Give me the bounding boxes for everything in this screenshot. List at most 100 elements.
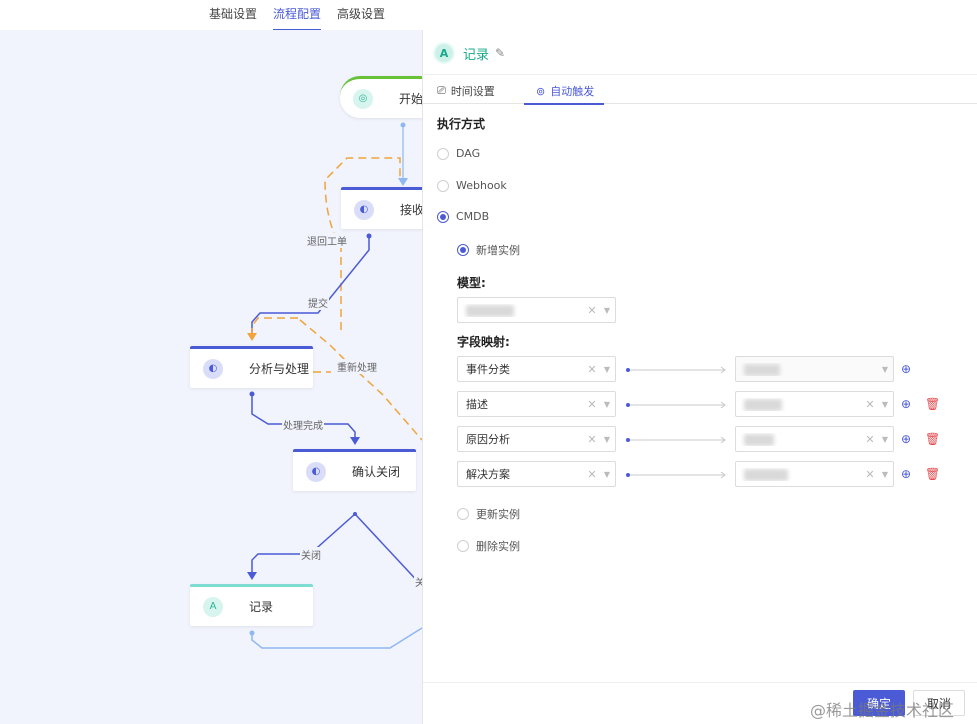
blurred-value	[744, 363, 780, 376]
source-field-select[interactable]: 解决方案 ✕ ▼	[457, 461, 616, 487]
flow-node-confirm[interactable]: ◐ 确认关闭	[293, 449, 416, 491]
tab-time-settings[interactable]: ⎚ 时间设置	[437, 83, 495, 99]
radio-label: DAG	[456, 147, 481, 160]
trigger-icon: ⊚	[536, 84, 546, 98]
task-icon: ◐	[203, 358, 223, 379]
tab-advanced-settings[interactable]: 高级设置	[337, 5, 385, 22]
tab-basic-settings[interactable]: 基础设置	[209, 5, 257, 22]
node-settings-panel: A 记录 ✎ ⎚ 时间设置 ⊚ 自动触发 执行方式 DAG Webhook CM…	[422, 30, 977, 724]
radio-label: 新增实例	[476, 244, 520, 257]
execution-mode-label: 执行方式	[437, 117, 486, 131]
blurred-value	[744, 468, 788, 481]
panel-tabs: ⎚ 时间设置 ⊚ 自动触发	[423, 74, 977, 105]
blurred-value	[466, 304, 514, 317]
trash-icon[interactable]: 🗑	[925, 432, 940, 446]
trash-icon[interactable]: 🗑	[925, 467, 940, 481]
radio-circle	[437, 179, 449, 192]
radio-label: 删除实例	[476, 540, 520, 553]
chevron-down-icon: ▼	[603, 434, 611, 444]
clear-icon[interactable]: ✕	[585, 363, 599, 376]
radio-circle	[437, 147, 449, 160]
add-circle-icon[interactable]: ⊕	[901, 397, 911, 411]
chevron-down-icon: ▼	[881, 399, 889, 409]
field-mapping-label: 字段映射:	[457, 335, 510, 349]
edit-icon[interactable]: ✎	[495, 46, 505, 60]
source-field-select[interactable]: 原因分析 ✕ ▼	[457, 426, 616, 452]
target-field-select[interactable]: ✕ ▼	[735, 426, 894, 452]
record-icon: A	[433, 42, 455, 64]
radio-circle	[437, 210, 449, 223]
top-navigation: 基础设置 流程配置 高级设置	[0, 0, 977, 31]
tab-auto-trigger[interactable]: ⊚ 自动触发	[523, 83, 605, 105]
panel-header: A 记录 ✎	[433, 42, 505, 64]
radio-update-instance[interactable]: 更新实例	[457, 506, 520, 522]
clear-icon[interactable]: ✕	[863, 433, 877, 446]
target-field-select[interactable]: ✕ ▼	[735, 391, 894, 417]
radio-dag[interactable]: DAG	[437, 147, 480, 160]
blurred-value	[744, 433, 774, 446]
flow-node-label: 确认关闭	[352, 465, 401, 479]
chevron-down-icon: ▼	[881, 469, 889, 479]
target-field-select[interactable]: ▼	[735, 356, 894, 382]
radio-circle	[457, 244, 469, 256]
task-icon: ◐	[306, 461, 326, 482]
trash-icon[interactable]: 🗑	[925, 397, 940, 411]
model-select[interactable]: ✕ ▼	[457, 297, 616, 323]
tab-label: 时间设置	[450, 85, 495, 98]
flow-node-label: 记录	[249, 600, 274, 614]
radio-webhook[interactable]: Webhook	[437, 179, 507, 192]
flow-node-receive[interactable]: ◐ 接收与	[341, 187, 422, 229]
mapping-arrow	[626, 401, 726, 409]
monitor-icon: ⎚	[437, 84, 446, 97]
select-value: 描述	[466, 398, 488, 411]
flow-canvas[interactable]: ◎ 开始 ◐ 接收与 ◐ 分析与处理 ◐ 确认关闭 A 记录 退回工单 提交 重…	[0, 30, 422, 724]
record-icon: A	[203, 596, 223, 617]
radio-add-instance[interactable]: 新增实例	[457, 242, 520, 258]
select-value: 解决方案	[466, 468, 510, 481]
chevron-down-icon: ▼	[603, 364, 611, 374]
radio-label: 更新实例	[476, 508, 520, 521]
source-field-select[interactable]: 事件分类 ✕ ▼	[457, 356, 616, 382]
select-value: 原因分析	[466, 433, 510, 446]
chevron-down-icon: ▼	[603, 399, 611, 409]
clear-icon[interactable]: ✕	[863, 398, 877, 411]
edge-label-return: 退回工单	[306, 233, 348, 248]
radio-circle	[457, 540, 469, 552]
panel-title: 记录	[463, 47, 490, 63]
chevron-down-icon: ▼	[603, 305, 611, 315]
add-circle-icon[interactable]: ⊕	[901, 467, 911, 481]
clear-icon[interactable]: ✕	[585, 468, 599, 481]
add-circle-icon[interactable]: ⊕	[901, 432, 911, 446]
task-icon: ◐	[354, 199, 374, 220]
watermark: @稀土掘金技术社区	[810, 701, 955, 720]
clear-icon[interactable]: ✕	[585, 304, 599, 317]
flow-node-analyze[interactable]: ◐ 分析与处理	[190, 346, 313, 388]
target-field-select[interactable]: ✕ ▼	[735, 461, 894, 487]
radio-label: CMDB	[456, 210, 490, 223]
edge-label-close: 关闭	[300, 547, 322, 562]
mapping-arrow	[626, 436, 726, 444]
flow-node-record[interactable]: A 记录	[190, 584, 313, 626]
mapping-arrow	[626, 366, 726, 374]
clear-icon[interactable]: ✕	[585, 433, 599, 446]
radio-circle	[457, 508, 469, 520]
flow-node-label: 开始	[399, 92, 422, 106]
clear-icon[interactable]: ✕	[863, 468, 877, 481]
edge-label-submit: 提交	[307, 295, 329, 310]
flow-node-label: 分析与处理	[249, 362, 310, 376]
blurred-value	[744, 398, 782, 411]
select-value: 事件分类	[466, 363, 510, 376]
source-field-select[interactable]: 描述 ✕ ▼	[457, 391, 616, 417]
flow-node-label: 接收与	[400, 203, 422, 217]
radio-label: Webhook	[456, 179, 507, 192]
flow-node-start[interactable]: ◎ 开始	[340, 76, 422, 118]
add-circle-icon[interactable]: ⊕	[901, 362, 911, 376]
edge-label-processed: 处理完成	[282, 417, 324, 432]
tab-flow-config[interactable]: 流程配置	[273, 5, 322, 31]
edge-label-reprocess: 重新处理	[336, 359, 378, 374]
radio-delete-instance[interactable]: 删除实例	[457, 538, 520, 554]
model-label: 模型:	[457, 276, 486, 290]
radio-cmdb[interactable]: CMDB	[437, 210, 489, 223]
clear-icon[interactable]: ✕	[585, 398, 599, 411]
chevron-down-icon: ▼	[881, 364, 889, 374]
